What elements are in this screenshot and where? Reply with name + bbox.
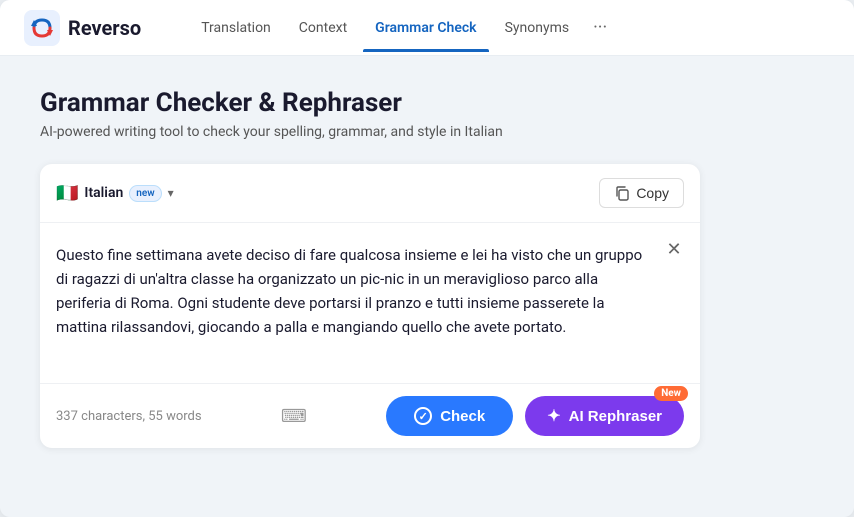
nav-links: Translation Context Grammar Check Synony… [189, 12, 830, 44]
text-area-container: ✕ Questo fine settimana avete deciso di … [40, 223, 700, 383]
main-content: Grammar Checker & Rephraser AI-powered w… [0, 56, 854, 480]
app-window: Reverso Translation Context Grammar Chec… [0, 0, 854, 517]
rephraser-label: AI Rephraser [569, 408, 662, 425]
reverso-logo-icon [24, 10, 60, 46]
card-footer: 337 characters, 55 words ⌨ ✓ Check New ✦… [40, 383, 700, 448]
input-text[interactable]: Questo fine settimana avete deciso di fa… [56, 243, 684, 339]
grammar-card: 🇮🇹 Italian new ▾ Copy ✕ Q [40, 164, 700, 448]
nav-more-button[interactable]: ··· [585, 13, 615, 42]
sparkle-icon: ✦ [547, 406, 560, 426]
check-button[interactable]: ✓ Check [386, 396, 513, 436]
logo-text: Reverso [68, 16, 141, 40]
rephraser-wrapper: New ✦ AI Rephraser [525, 396, 684, 436]
footer-actions: ✓ Check New ✦ AI Rephraser [386, 396, 684, 436]
close-icon: ✕ [666, 239, 681, 260]
chevron-down-icon: ▾ [168, 186, 174, 200]
flag-icon: 🇮🇹 [56, 183, 78, 204]
navbar: Reverso Translation Context Grammar Chec… [0, 0, 854, 56]
copy-label: Copy [636, 185, 669, 201]
close-button[interactable]: ✕ [660, 235, 688, 263]
page-title: Grammar Checker & Rephraser [40, 88, 814, 118]
page-subtitle: AI-powered writing tool to check your sp… [40, 124, 814, 140]
check-circle-icon: ✓ [414, 407, 432, 425]
language-name: Italian [84, 185, 123, 201]
copy-icon [614, 185, 630, 201]
nav-grammar-check[interactable]: Grammar Check [363, 12, 488, 44]
language-new-badge: new [129, 185, 161, 202]
check-label: Check [440, 408, 485, 425]
nav-synonyms[interactable]: Synonyms [493, 12, 582, 44]
copy-button[interactable]: Copy [599, 178, 684, 208]
card-header: 🇮🇹 Italian new ▾ Copy [40, 164, 700, 223]
rephraser-new-badge: New [654, 386, 688, 401]
language-selector[interactable]: 🇮🇹 Italian new ▾ [56, 183, 174, 204]
rephraser-button[interactable]: ✦ AI Rephraser [525, 396, 684, 436]
logo: Reverso [24, 10, 141, 46]
char-count: 337 characters, 55 words [56, 409, 202, 424]
keyboard-icon[interactable]: ⌨ [281, 406, 307, 427]
nav-translation[interactable]: Translation [189, 12, 283, 44]
nav-context[interactable]: Context [287, 12, 359, 44]
